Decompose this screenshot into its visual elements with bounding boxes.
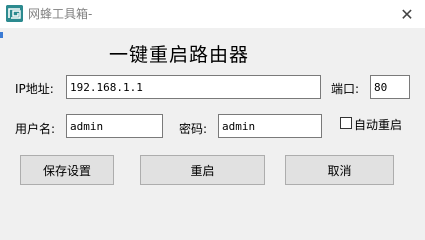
app-logo-icon [6, 5, 23, 22]
window-edge-marker [0, 32, 3, 38]
ip-address-input[interactable] [66, 75, 321, 99]
save-settings-button[interactable]: 保存设置 [20, 155, 114, 185]
ip-address-label: IP地址: [15, 82, 54, 96]
password-input[interactable] [218, 114, 322, 138]
auto-restart-checkbox[interactable] [340, 117, 352, 129]
port-input[interactable] [370, 75, 410, 99]
cancel-button[interactable]: 取消 [285, 155, 394, 185]
password-label: 密码: [179, 122, 208, 136]
close-button[interactable]: ✕ [389, 0, 425, 28]
username-label: 用户名: [15, 122, 56, 136]
port-label: 端口: [331, 82, 360, 96]
restart-button[interactable]: 重启 [140, 155, 265, 185]
close-icon: ✕ [400, 4, 414, 24]
username-input[interactable] [66, 114, 163, 138]
auto-restart-label[interactable]: 自动重启 [354, 116, 402, 133]
window-title: 网蜂工具箱- [28, 7, 93, 21]
page-heading: 一键重启路由器 [109, 44, 250, 66]
title-bar: 网蜂工具箱- ✕ [0, 0, 425, 28]
